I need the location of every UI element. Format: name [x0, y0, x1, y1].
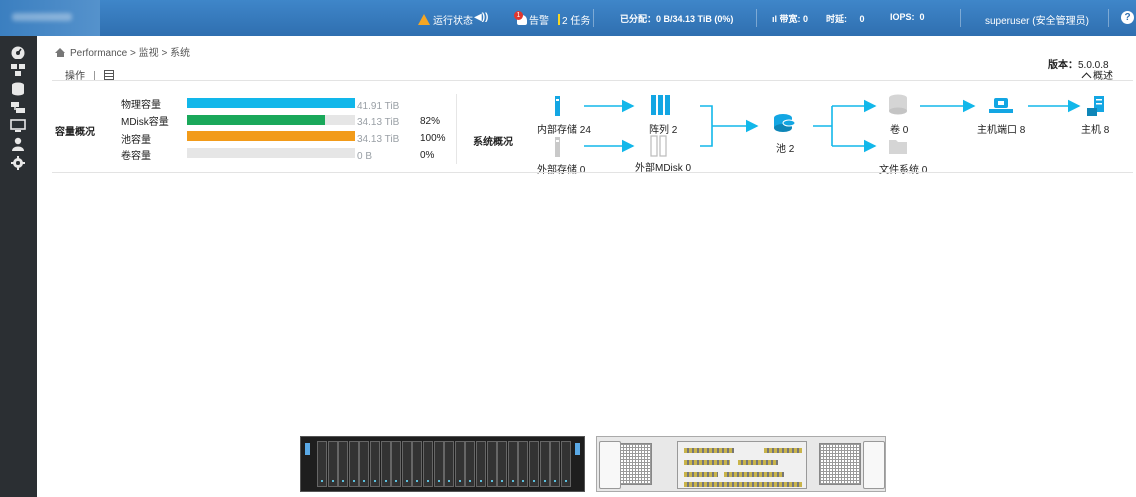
- cap-value-physical: 41.91 TiB: [357, 101, 400, 112]
- host-ports-label[interactable]: 主机端口 8: [977, 121, 1025, 136]
- drive-bay: [401, 441, 412, 487]
- pools-icon[interactable]: [9, 82, 27, 96]
- cap-value-volume: 0 B: [357, 151, 373, 162]
- latency-metric: 时延: 0: [826, 14, 865, 24]
- cap-label-physical: 物理容量: [121, 100, 161, 111]
- capacity-title: 容量概况: [55, 127, 95, 138]
- monitoring-icon[interactable]: [9, 63, 27, 77]
- drive-bay: [327, 441, 338, 487]
- drive-bay: [529, 441, 539, 487]
- drive-bay: [359, 441, 370, 487]
- breadcrumb-root[interactable]: Performance: [70, 48, 127, 59]
- external-storage-icon: [555, 137, 560, 157]
- cap-label-pool: 池容量: [121, 135, 151, 146]
- main-content: Performance > 监视 > 系统 版本：5.0.0.8 操作 概述 容…: [37, 36, 1136, 497]
- enclosure-front-image[interactable]: [300, 436, 585, 492]
- volume-icon: [889, 94, 907, 115]
- drive-bay: [497, 441, 508, 487]
- dashboard-icon[interactable]: [9, 45, 27, 60]
- table-icon[interactable]: [103, 70, 114, 80]
- drive-bay: [507, 441, 518, 487]
- folder-icon: [889, 140, 907, 154]
- breadcrumb-system: 系统: [170, 48, 191, 59]
- ear-right: [575, 443, 580, 455]
- warning-icon: [418, 14, 430, 25]
- internal-storage-label[interactable]: 内部存储 24: [537, 121, 591, 136]
- top-bar: 运行状态 ◀)) 1 告警 2 任务 已分配：0 B/34.13 TiB (0%)…: [0, 0, 1136, 36]
- drive-bay: [560, 441, 571, 487]
- io-icon: ıl: [772, 14, 778, 24]
- cap-value-pool: 34.13 TiB: [357, 134, 400, 145]
- cap-label-volume: 卷容量: [121, 151, 151, 162]
- hosts-label[interactable]: 主机 8: [1081, 121, 1109, 136]
- drive-bay: [465, 441, 476, 487]
- drive-bay: [539, 441, 550, 487]
- external-mdisk-icon: [650, 135, 667, 157]
- cap-bar-pool: [187, 131, 355, 141]
- psu-right: [819, 443, 861, 485]
- drive-bay: [454, 441, 465, 487]
- pool-icon: [774, 114, 796, 132]
- cap-bar-mdisk: [187, 115, 355, 125]
- drive-bay: [348, 441, 359, 487]
- drive-bay: [444, 441, 455, 487]
- arrays-label[interactable]: 阵列 2: [649, 121, 677, 136]
- drive-bay: [423, 441, 433, 487]
- allocated-capacity: 已分配：0 B/34.13 TiB (0%): [620, 14, 734, 24]
- nav-sidebar: [0, 36, 37, 497]
- pools-label[interactable]: 池 2: [776, 140, 794, 155]
- breadcrumb-monitoring[interactable]: 监视: [139, 48, 159, 59]
- drive-bay: [518, 441, 529, 487]
- speaker-icon[interactable]: ◀)): [474, 12, 488, 23]
- drive-bay: [380, 441, 391, 487]
- bandwidth-metric: ıl 带宽: 0: [772, 14, 809, 24]
- access-icon[interactable]: [9, 137, 27, 151]
- cap-pct-volume: 0%: [420, 150, 435, 161]
- cap-bar-volume: [187, 148, 355, 158]
- external-storage-label[interactable]: 外部存储 0: [537, 161, 585, 176]
- status-indicator[interactable]: 运行状态: [418, 12, 473, 27]
- iops-metric: IOPS: 0: [890, 12, 925, 22]
- home-icon[interactable]: [55, 48, 66, 57]
- brand-logo: [0, 0, 100, 36]
- drive-bay: [370, 441, 380, 487]
- system-title: 系统概况: [473, 137, 513, 148]
- drive-bay: [433, 441, 444, 487]
- volumes-label[interactable]: 卷 0: [890, 121, 908, 136]
- cap-value-mdisk: 34.13 TiB: [357, 117, 400, 128]
- cap-pct-pool: 100%: [420, 133, 446, 144]
- drive-bay: [476, 441, 486, 487]
- help-icon[interactable]: ?: [1121, 11, 1134, 24]
- cap-label-mdisk: MDisk容量: [121, 117, 169, 128]
- host-port-icon: [989, 98, 1013, 113]
- drive-bay: [391, 441, 402, 487]
- rear-handle-left: [599, 441, 621, 489]
- drive-bay: [338, 441, 349, 487]
- file-systems-label[interactable]: 文件系统 0: [879, 161, 927, 176]
- host-icon: [1087, 96, 1104, 116]
- cap-bar-physical: [187, 98, 355, 108]
- drive-bay: [317, 441, 327, 487]
- enclosure-rear-image[interactable]: [596, 436, 886, 492]
- breadcrumb: Performance > 监视 > 系统: [55, 44, 190, 59]
- array-icon: [651, 95, 670, 115]
- node-canister: [677, 441, 807, 489]
- volumes-icon[interactable]: [9, 100, 27, 114]
- tasks-indicator[interactable]: 2 任务: [558, 12, 590, 27]
- drive-bay: [412, 441, 423, 487]
- flag-icon: [558, 14, 560, 25]
- internal-storage-icon: [555, 96, 560, 116]
- rear-handle-right: [863, 441, 885, 489]
- alerts-indicator[interactable]: 1 告警: [514, 11, 549, 27]
- bell-icon: 1: [514, 11, 527, 25]
- ear-left: [305, 443, 310, 455]
- settings-icon[interactable]: [9, 156, 27, 170]
- user-menu[interactable]: superuser (安全管理员): [985, 12, 1089, 27]
- drive-bay: [550, 441, 561, 487]
- hosts-icon[interactable]: [9, 119, 27, 133]
- drive-bay: [486, 441, 497, 487]
- cap-pct-mdisk: 82%: [420, 116, 441, 127]
